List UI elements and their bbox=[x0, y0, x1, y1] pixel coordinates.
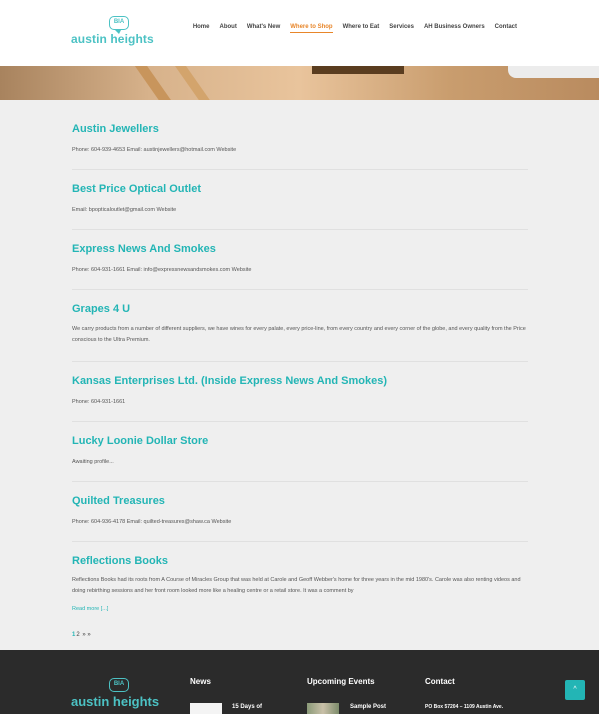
listing-details: Reflections Books had its roots from A C… bbox=[72, 577, 521, 594]
pagination: 12 » » bbox=[72, 632, 92, 638]
listing-title[interactable]: Express News And Smokes bbox=[72, 230, 528, 255]
business-list: Austin Jewellers Phone: 604-939-4653 Ema… bbox=[72, 110, 528, 612]
contact-address: PO Box 57204 – 1109 Austin Ave. bbox=[425, 704, 504, 710]
nav-contact[interactable]: Contact bbox=[495, 24, 517, 33]
site-footer: BIA austin heights bbox=[0, 650, 599, 714]
listing-title[interactable]: Grapes 4 U bbox=[72, 290, 528, 315]
list-item: Austin Jewellers Phone: 604-939-4653 Ema… bbox=[72, 110, 528, 170]
logo-text: austin heights bbox=[71, 32, 154, 46]
event-item-link[interactable]: Sample Post bbox=[350, 704, 386, 710]
news-thumbnail[interactable] bbox=[190, 703, 222, 714]
listing-details: Awaiting profile... bbox=[72, 459, 114, 465]
list-item: Kansas Enterprises Ltd. (Inside Express … bbox=[72, 362, 528, 422]
footer-logo-text: austin heights bbox=[71, 694, 160, 709]
listing-title[interactable]: Lucky Loonie Dollar Store bbox=[72, 422, 528, 447]
listing-title[interactable]: Reflections Books bbox=[72, 542, 528, 567]
logo-badge: BIA bbox=[109, 16, 129, 34]
nav-services[interactable]: Services bbox=[389, 24, 414, 33]
next-page-arrow[interactable]: » » bbox=[82, 632, 90, 638]
footer-logo[interactable]: BIA austin heights bbox=[71, 678, 159, 714]
list-item: Express News And Smokes Phone: 604-931-1… bbox=[72, 230, 528, 290]
listing-details: Phone: 604-931-1661 bbox=[72, 399, 126, 405]
listing-title[interactable]: Austin Jewellers bbox=[72, 110, 528, 135]
hero-chair-rail bbox=[127, 66, 183, 100]
hero-chair-rail bbox=[167, 66, 222, 100]
list-item: Reflections Books Reflections Books had … bbox=[72, 542, 528, 612]
listing-title[interactable]: Best Price Optical Outlet bbox=[72, 170, 528, 195]
nav-business-owners[interactable]: AH Business Owners bbox=[424, 24, 485, 33]
hero-image bbox=[0, 66, 599, 100]
nav-about[interactable]: About bbox=[219, 24, 236, 33]
hero-cloth bbox=[508, 66, 599, 78]
listing-title[interactable]: Quilted Treasures bbox=[72, 482, 528, 507]
event-thumbnail[interactable] bbox=[307, 703, 339, 714]
footer-events-heading: Upcoming Events bbox=[307, 677, 375, 686]
listing-details: Phone: 604-939-4653 Email: austinjewelle… bbox=[72, 147, 237, 153]
read-more-link[interactable]: Read more [...] bbox=[72, 606, 108, 612]
list-item: Grapes 4 U We carry products from a numb… bbox=[72, 290, 528, 362]
page-2-link[interactable]: 2 bbox=[76, 632, 79, 638]
page-current: 1 bbox=[72, 632, 76, 638]
list-item: Best Price Optical Outlet Email: bpoptic… bbox=[72, 170, 528, 230]
nav-where-to-shop[interactable]: Where to Shop bbox=[290, 24, 333, 33]
listing-details: We carry products from a number of diffe… bbox=[72, 326, 526, 343]
main-nav: Home About What's New Where to Shop Wher… bbox=[193, 24, 517, 33]
nav-whats-new[interactable]: What's New bbox=[247, 24, 280, 33]
hero-box bbox=[312, 66, 404, 74]
footer-contact-heading: Contact bbox=[425, 677, 455, 686]
site-logo[interactable]: BIA austin heights bbox=[71, 16, 154, 52]
nav-home[interactable]: Home bbox=[193, 24, 210, 33]
listing-details: Email: bpopticaloutlet@gmail.com Website bbox=[72, 207, 177, 213]
footer-news-heading: News bbox=[190, 677, 211, 686]
list-item: Lucky Loonie Dollar Store Awaiting profi… bbox=[72, 422, 528, 482]
news-item-link[interactable]: 15 Days of bbox=[232, 704, 262, 710]
listing-title[interactable]: Kansas Enterprises Ltd. (Inside Express … bbox=[72, 362, 528, 387]
footer-logo-badge: BIA bbox=[109, 678, 129, 692]
listing-details: Phone: 604-931-1661 Email: info@expressn… bbox=[72, 267, 252, 273]
list-item: Quilted Treasures Phone: 604-936-4178 Em… bbox=[72, 482, 528, 542]
site-header: BIA austin heights Home About What's New… bbox=[0, 0, 599, 66]
nav-where-to-eat[interactable]: Where to Eat bbox=[343, 24, 380, 33]
scroll-to-top-button[interactable]: ^ bbox=[565, 680, 585, 700]
listing-details: Phone: 604-936-4178 Email: quilted-treas… bbox=[72, 519, 232, 525]
